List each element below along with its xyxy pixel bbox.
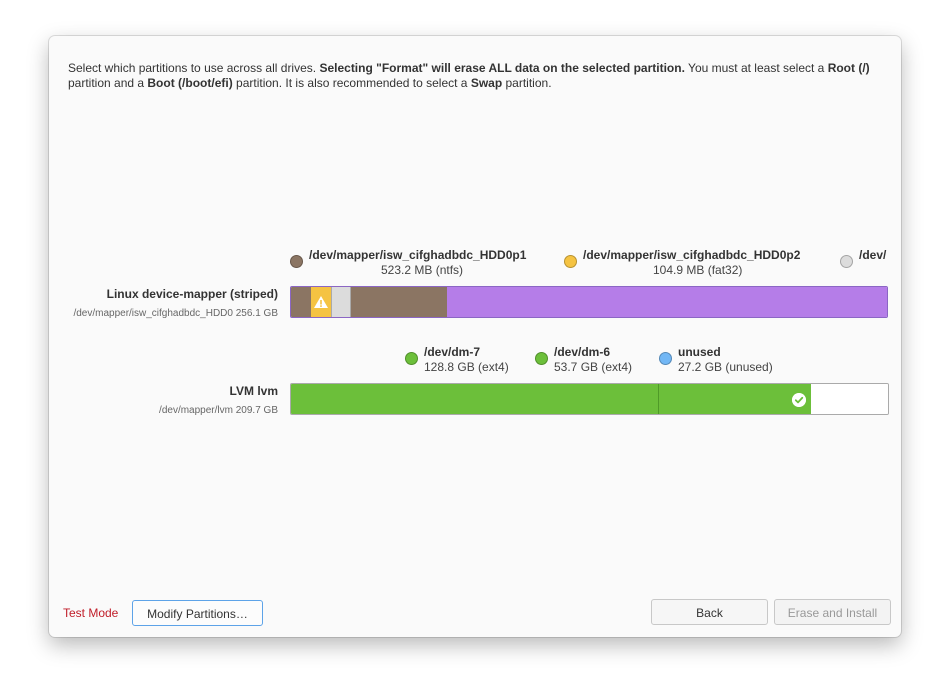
legend-size: 104.9 MB (fat32) [653, 263, 743, 277]
intro-boot: Boot (/boot/efi) [147, 76, 233, 90]
warning-icon [314, 296, 328, 308]
intro-text-3: partition and a [68, 76, 148, 90]
legend-size: 27.2 GB (unused) [678, 360, 773, 374]
disk-legend-lvm: /dev/dm-7 128.8 GB (ext4) /dev/dm-6 53.7… [405, 345, 901, 377]
back-button[interactable]: Back [651, 599, 768, 625]
erase-and-install-button[interactable]: Erase and Install [774, 599, 891, 625]
disk-path-size: /dev/mapper/lvm 209.7 GB [159, 405, 278, 416]
disk-label-striped: Linux device-mapper (striped) /dev/mappe… [73, 287, 278, 319]
disk-name: LVM lvm [229, 384, 278, 398]
legend-size: 128.8 GB (ext4) [424, 360, 509, 374]
disk-path-size: /dev/mapper/isw_cifghadbdc_HDD0 256.1 GB [73, 308, 278, 319]
intro-root: Root (/) [827, 61, 870, 75]
check-icon [792, 393, 806, 407]
test-mode-label: Test Mode [63, 606, 119, 620]
partition-segment-unknown[interactable] [331, 287, 351, 317]
disk-legend-striped: /dev/mapper/isw_cifghadbdc_HDD0p1 523.2 … [290, 248, 890, 282]
intro-swap: Swap [470, 76, 503, 90]
partition-segment-dm7[interactable] [291, 384, 659, 414]
partition-segment-fat32[interactable] [311, 287, 331, 317]
legend-name: /dev/ [859, 248, 887, 262]
intro-text-2: You must at least select a [684, 61, 828, 75]
legend-size: 523.2 MB (ntfs) [381, 263, 464, 277]
partition-color-dot [535, 352, 548, 365]
partition-color-dot [564, 255, 577, 268]
legend-size: 53.7 GB (ext4) [554, 360, 633, 374]
disk-bar-lvm [290, 383, 889, 415]
partition-segment-ntfs-large[interactable] [351, 287, 447, 317]
intro-text-5: partition. [502, 76, 552, 90]
disk-name: Linux device-mapper (striped) [106, 287, 278, 301]
legend-name: /dev/mapper/isw_cifghadbdc_HDD0p1 [309, 248, 527, 262]
legend-name: /dev/mapper/isw_cifghadbdc_HDD0p2 [583, 248, 801, 262]
instructions-text: Select which partitions to use across al… [68, 61, 888, 91]
disk-label-lvm: LVM lvm /dev/mapper/lvm 209.7 GB [159, 384, 278, 416]
legend-name: /dev/dm-6 [554, 345, 611, 359]
partition-color-dot [659, 352, 672, 365]
disk-bar-striped [290, 286, 888, 318]
partition-color-dot [840, 255, 853, 268]
intro-text-1: Select which partitions to use across al… [68, 61, 320, 75]
legend-name: /dev/dm-7 [424, 345, 481, 359]
installer-window: Select which partitions to use across al… [49, 36, 901, 637]
intro-warning: Selecting "Format" will erase ALL data o… [319, 61, 685, 75]
partition-segment-dm6[interactable] [659, 384, 811, 414]
partition-segment-unused[interactable] [811, 384, 888, 414]
partition-color-dot [405, 352, 418, 365]
modify-partitions-button[interactable]: Modify Partitions… [132, 600, 263, 626]
partition-segment-ntfs[interactable] [291, 287, 311, 317]
partition-color-dot [290, 255, 303, 268]
intro-text-4: partition. It is also recommended to sel… [232, 76, 471, 90]
legend-name: unused [678, 345, 721, 359]
partition-segment-free[interactable] [447, 287, 887, 317]
